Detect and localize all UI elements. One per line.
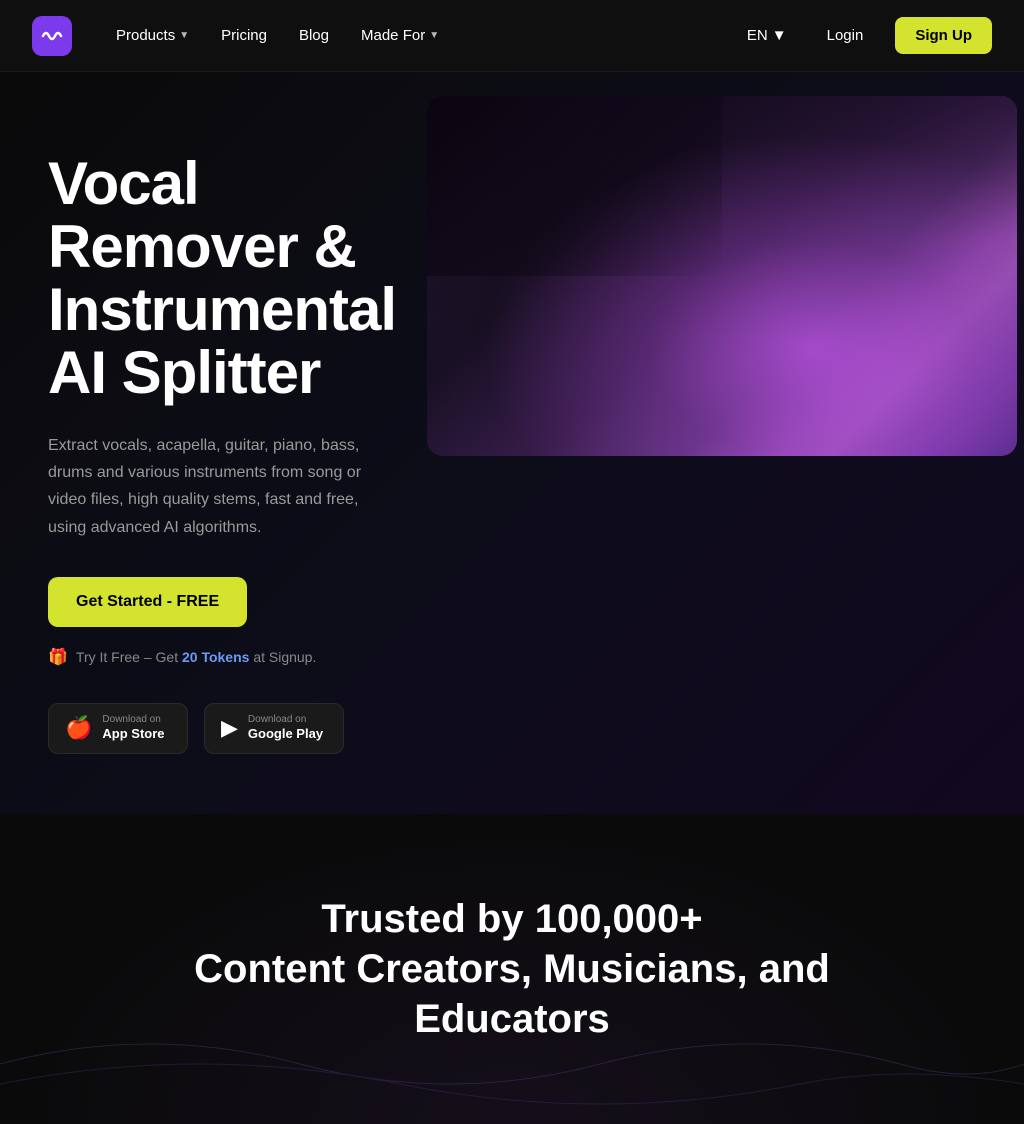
hero-description: Extract vocals, acapella, guitar, piano,… bbox=[48, 432, 388, 541]
app-store-name: App Store bbox=[102, 726, 164, 743]
google-play-badge[interactable]: ▶ Download on Google Play bbox=[204, 703, 344, 754]
signup-button[interactable]: Sign Up bbox=[895, 17, 992, 54]
app-store-badge[interactable]: 🍎 Download on App Store bbox=[48, 703, 188, 754]
hero-title: Vocal Remover & Instrumental AI Splitter bbox=[48, 152, 388, 404]
get-started-button[interactable]: Get Started - FREE bbox=[48, 577, 247, 627]
gift-icon: 🎁 bbox=[48, 647, 68, 667]
nav-left: Products ▼ Pricing Blog Made For ▼ bbox=[32, 16, 451, 56]
chevron-down-icon: ▼ bbox=[772, 27, 787, 44]
chevron-down-icon: ▼ bbox=[429, 30, 439, 41]
nav-products[interactable]: Products ▼ bbox=[104, 19, 201, 52]
apple-icon: 🍎 bbox=[65, 715, 92, 741]
nav-made-for[interactable]: Made For ▼ bbox=[349, 19, 451, 52]
free-trial-notice: 🎁 Try It Free – Get 20 Tokens at Signup. bbox=[48, 647, 388, 667]
trusted-section: Trusted by 100,000+ Content Creators, Mu… bbox=[0, 814, 1024, 1124]
logo[interactable] bbox=[32, 16, 72, 56]
hero-image-background bbox=[427, 96, 1017, 456]
trusted-title: Trusted by 100,000+ Content Creators, Mu… bbox=[32, 894, 992, 1044]
login-button[interactable]: Login bbox=[811, 19, 880, 52]
hero-image bbox=[427, 96, 1017, 456]
google-play-name: Google Play bbox=[248, 726, 323, 743]
nav-right: EN ▼ Login Sign Up bbox=[739, 17, 992, 54]
nav-blog[interactable]: Blog bbox=[287, 19, 341, 52]
hero-image-area bbox=[420, 72, 1024, 814]
hero-content: Vocal Remover & Instrumental AI Splitter… bbox=[0, 72, 420, 814]
language-selector[interactable]: EN ▼ bbox=[739, 19, 795, 52]
navbar: Products ▼ Pricing Blog Made For ▼ EN ▼ … bbox=[0, 0, 1024, 72]
app-badges: 🍎 Download on App Store ▶ Download on Go… bbox=[48, 703, 388, 754]
google-play-icon: ▶ bbox=[221, 715, 238, 741]
free-trial-text: Try It Free – Get 20 Tokens at Signup. bbox=[76, 649, 316, 665]
chevron-down-icon: ▼ bbox=[179, 30, 189, 41]
hero-section: Vocal Remover & Instrumental AI Splitter… bbox=[0, 72, 1024, 814]
tokens-label: 20 Tokens bbox=[182, 649, 249, 665]
google-play-small-label: Download on bbox=[248, 714, 323, 726]
app-store-small-label: Download on bbox=[102, 714, 164, 726]
nav-pricing[interactable]: Pricing bbox=[209, 19, 279, 52]
nav-items: Products ▼ Pricing Blog Made For ▼ bbox=[104, 19, 451, 52]
hero-image-dark-corner bbox=[427, 96, 722, 276]
